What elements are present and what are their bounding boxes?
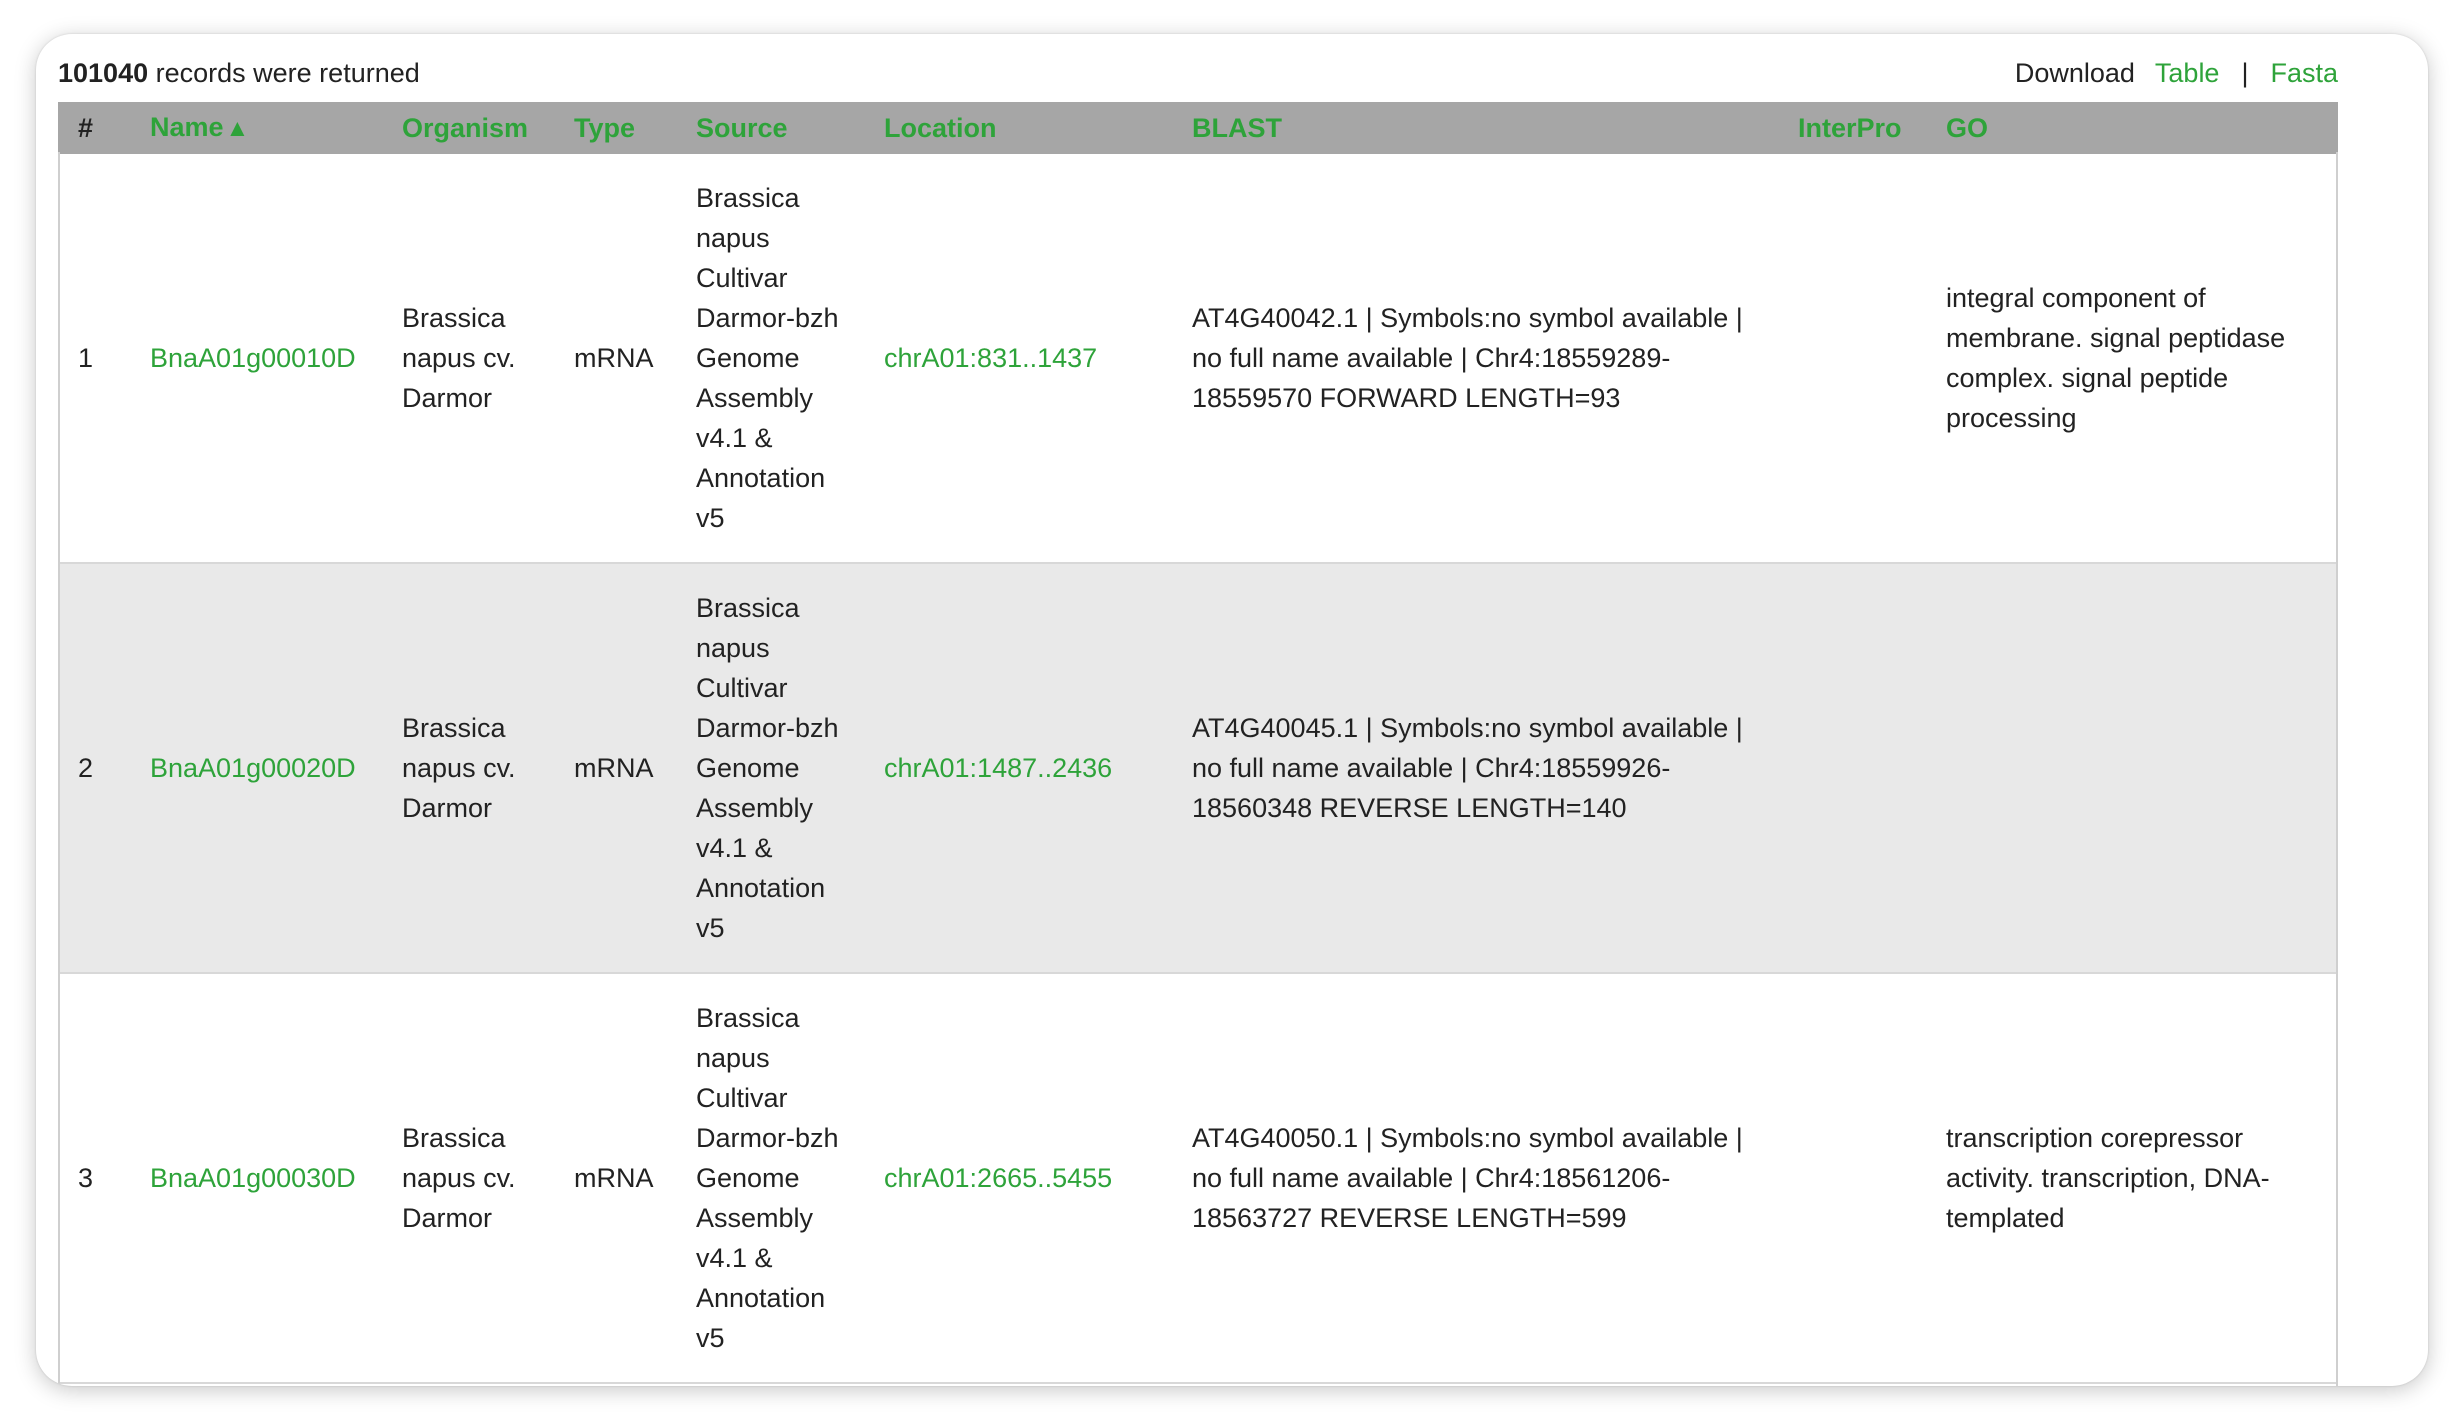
table-left-border [58, 152, 60, 1386]
column-header-blast[interactable]: BLAST [1172, 102, 1778, 154]
download-links: Download Table | Fasta [2015, 58, 2338, 89]
row-number: 1 [58, 154, 130, 564]
go-cell: integral component of membrane. signal p… [1926, 154, 2338, 564]
download-table-link[interactable]: Table [2155, 58, 2220, 89]
go-cell: transcription corepressor activity. tran… [1926, 973, 2338, 1384]
gene-name-link[interactable]: BnaA01g00020D [150, 753, 356, 783]
table-row: 2 BnaA01g00020D Brassica napus cv. Darmo… [58, 563, 2338, 974]
gene-name-link[interactable]: BnaA01g00010D [150, 343, 356, 373]
interpro-cell [1778, 973, 1926, 1384]
location-link[interactable]: chrA01:2665..5455 [884, 1163, 1112, 1193]
table-right-border [2336, 152, 2338, 1386]
gene-name-link[interactable]: BnaA01g00030D [150, 1163, 356, 1193]
source-cell: Brassica napus Cultivar Darmor-bzh Genom… [676, 563, 864, 974]
results-window: 101040 records were returned Download Ta… [36, 34, 2428, 1386]
location-link[interactable]: chrA01:831..1437 [884, 343, 1097, 373]
type-cell: mRNA [554, 563, 676, 974]
interpro-cell [1778, 154, 1926, 564]
column-header-location[interactable]: Location [864, 102, 1172, 154]
column-header-source[interactable]: Source [676, 102, 864, 154]
records-summary: 101040 records were returned [58, 58, 420, 89]
table-row: 3 BnaA01g00030D Brassica napus cv. Darmo… [58, 973, 2338, 1384]
organism-cell: Brassica napus cv. Darmor [382, 154, 554, 564]
table-row: 1 BnaA01g00010D Brassica napus cv. Darmo… [58, 154, 2338, 564]
interpro-cell [1778, 563, 1926, 974]
download-separator: | [2241, 57, 2249, 88]
column-header-go[interactable]: GO [1926, 102, 2338, 154]
column-header-organism[interactable]: Organism [382, 102, 554, 154]
results-table: # Name▲ Organism Type Source Location BL… [58, 102, 2338, 1384]
source-cell: Brassica napus Cultivar Darmor-bzh Genom… [676, 973, 864, 1384]
organism-cell: Brassica napus cv. Darmor [382, 563, 554, 974]
go-cell [1926, 563, 2338, 974]
location-link[interactable]: chrA01:1487..2436 [884, 753, 1112, 783]
blast-cell: AT4G40045.1 | Symbols:no symbol availabl… [1172, 563, 1778, 974]
record-count: 101040 [58, 57, 149, 88]
source-cell: Brassica napus Cultivar Darmor-bzh Genom… [676, 154, 864, 564]
download-fasta-link[interactable]: Fasta [2270, 58, 2338, 89]
column-header-number: # [58, 102, 130, 154]
sort-ascending-icon[interactable]: ▲ [226, 115, 250, 142]
blast-cell: AT4G40042.1 | Symbols:no symbol availabl… [1172, 154, 1778, 564]
column-header-name-label[interactable]: Name [150, 112, 224, 142]
row-number: 2 [58, 563, 130, 974]
column-header-interpro[interactable]: InterPro [1778, 102, 1926, 154]
results-toolbar: 101040 records were returned Download Ta… [58, 48, 2338, 98]
record-count-text: records were returned [155, 57, 420, 88]
organism-cell: Brassica napus cv. Darmor [382, 973, 554, 1384]
table-header-row: # Name▲ Organism Type Source Location BL… [58, 102, 2338, 154]
blast-cell: AT4G40050.1 | Symbols:no symbol availabl… [1172, 973, 1778, 1384]
row-number: 3 [58, 973, 130, 1384]
column-header-name[interactable]: Name▲ [130, 102, 382, 154]
type-cell: mRNA [554, 973, 676, 1384]
column-header-type[interactable]: Type [554, 102, 676, 154]
type-cell: mRNA [554, 154, 676, 564]
download-label: Download [2014, 57, 2135, 88]
